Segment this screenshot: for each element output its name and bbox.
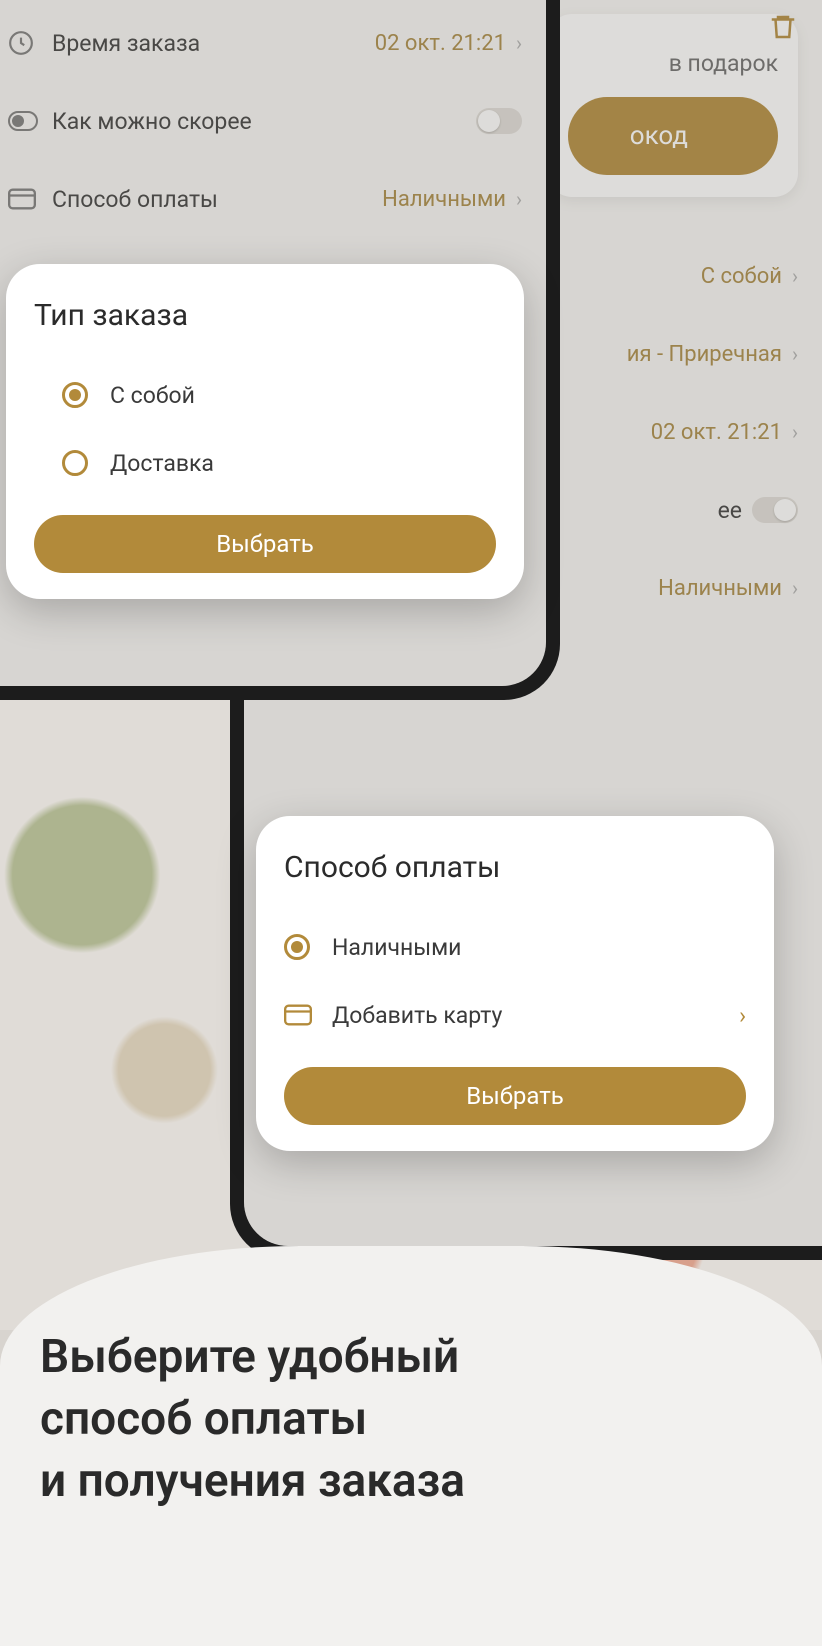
row-order-type-value: С собой <box>701 264 782 289</box>
row-payment-value: Наличными <box>658 576 782 601</box>
dialog-order-type: Тип заказа С собой Доставка Выбрать <box>6 264 524 599</box>
select-button[interactable]: Выбрать <box>34 515 496 573</box>
caption-area: Выберите удобный способ оплаты и получен… <box>0 1246 822 1646</box>
chevron-right-icon: › <box>792 420 798 444</box>
select-button[interactable]: Выбрать <box>284 1067 746 1125</box>
card-icon <box>284 1004 332 1026</box>
dialog-payment-method: Способ оплаты Наличными Добавить карту ›… <box>256 816 774 1151</box>
row-asap-label: Как можно скорее <box>52 108 476 135</box>
row-asap[interactable]: Как можно скорее <box>8 82 522 160</box>
row-payment-value: Наличными <box>382 187 506 212</box>
option-add-card[interactable]: Добавить карту › <box>284 981 746 1049</box>
dialog-order-type-title: Тип заказа <box>34 298 496 333</box>
chevron-right-icon: › <box>792 576 798 600</box>
row-order-time-value: 02 окт. 21:21 <box>651 420 782 445</box>
promo-button[interactable]: окод <box>568 97 778 175</box>
promo-button-label: окод <box>630 121 688 151</box>
option-cash[interactable]: Наличными <box>284 913 746 981</box>
chevron-right-icon: › <box>516 31 522 55</box>
radio-icon <box>62 450 88 476</box>
row-order-time-value: 02 окт. 21:21 <box>375 31 506 56</box>
chevron-right-icon: › <box>516 187 522 211</box>
option-delivery[interactable]: Доставка <box>34 429 496 497</box>
delete-icon[interactable] <box>768 12 798 42</box>
radio-icon <box>62 382 88 408</box>
row-address-value: ия - Приречная <box>627 342 782 367</box>
option-delivery-label: Доставка <box>110 450 214 477</box>
caption-heading: Выберите удобный способ оплаты и получен… <box>40 1326 782 1512</box>
card-icon <box>8 188 52 210</box>
asap-toggle[interactable] <box>752 497 798 523</box>
row-payment-method[interactable]: Способ оплаты Наличными › <box>8 160 522 238</box>
row-order-time[interactable]: Время заказа 02 окт. 21:21 › <box>8 4 522 82</box>
select-button-label: Выбрать <box>216 530 314 558</box>
chevron-right-icon: › <box>792 342 798 366</box>
radio-icon <box>284 934 310 960</box>
select-button-label: Выбрать <box>466 1082 564 1110</box>
option-takeaway[interactable]: С собой <box>34 361 496 429</box>
row-payment-label: Способ оплаты <box>52 186 382 213</box>
toggle-icon <box>8 111 52 131</box>
option-takeaway-label: С собой <box>110 382 195 409</box>
asap-toggle[interactable] <box>476 108 522 134</box>
promo-card: в подарок окод <box>548 14 798 197</box>
chevron-right-icon: › <box>739 1002 746 1029</box>
promo-text: в подарок <box>568 50 778 77</box>
row-order-time-label: Время заказа <box>52 30 375 57</box>
chevron-right-icon: › <box>792 264 798 288</box>
clock-icon <box>8 30 52 56</box>
dialog-payment-title: Способ оплаты <box>284 850 746 885</box>
option-cash-label: Наличными <box>332 934 461 961</box>
option-add-card-label: Добавить карту <box>332 1002 739 1029</box>
